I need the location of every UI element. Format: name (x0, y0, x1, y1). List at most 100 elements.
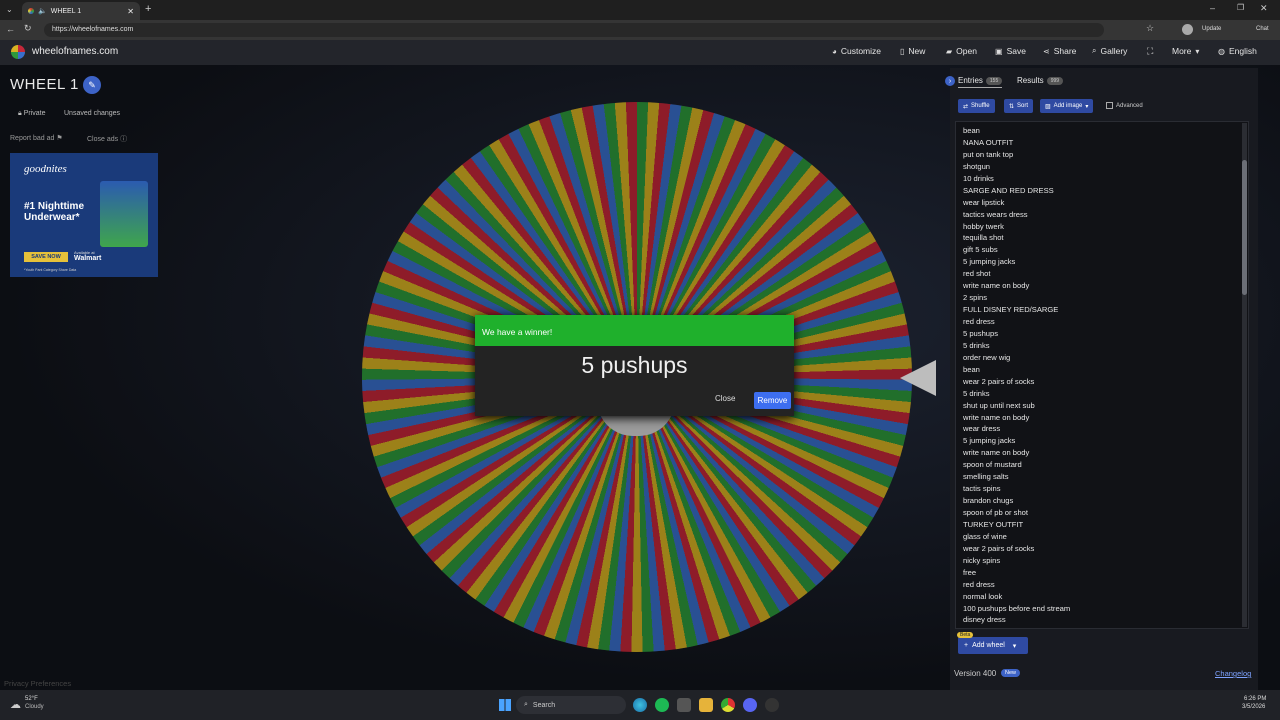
save-button[interactable]: ▣ Save (995, 46, 1026, 56)
ad-banner[interactable]: goodnites #1 Nighttime Underwear* SAVE N… (10, 153, 158, 277)
add-wheel-button[interactable]: + Add wheel ▾ (958, 637, 1028, 654)
profile-avatar[interactable] (1182, 24, 1193, 35)
shuffle-icon: ⇄ (963, 103, 969, 110)
ad-footnote: *Youth Pant Category Share Data (24, 268, 77, 272)
speaker-icon: 🔈 (38, 8, 47, 15)
obs-icon[interactable] (765, 698, 779, 712)
lock-icon: 🔒︎ (18, 110, 22, 117)
close-button[interactable]: Close (715, 394, 735, 403)
private-toggle[interactable]: 🔒︎ Private (18, 110, 45, 118)
url-field[interactable]: https://wheelofnames.com (44, 23, 1104, 37)
browser-tab[interactable]: 🔈 WHEEL 1 ✕ (22, 2, 140, 20)
chat-button[interactable]: Chat (1256, 26, 1269, 32)
share-button[interactable]: ⋖ Share (1043, 46, 1076, 56)
entry-item: SARGE AND RED DRESS (963, 185, 1054, 195)
add-image-button[interactable]: ▨ Add image ▾ (1040, 99, 1094, 113)
language-menu[interactable]: ◍ English (1218, 46, 1257, 56)
entry-item: wear dress (963, 424, 1001, 434)
globe-icon: ◍ (1218, 46, 1225, 56)
chrome-icon[interactable] (721, 698, 735, 712)
share-icon: ⋖ (1043, 46, 1050, 56)
more-menu[interactable]: More ▾ (1172, 46, 1199, 56)
entry-item: bean (963, 364, 980, 374)
bookmark-star-icon[interactable]: ☆ (1146, 23, 1154, 34)
entries-textarea[interactable]: bean NANA OUTFIT put on tank top shotgun 10 … (955, 121, 1249, 629)
edit-title-button[interactable]: ✎ (83, 76, 101, 94)
entry-item: FULL DISNEY RED/SARGE (963, 305, 1059, 315)
discord-icon[interactable] (743, 698, 757, 712)
entry-item: gift 5 subs (963, 245, 998, 255)
window-close-icon[interactable]: ✕ (1260, 3, 1268, 14)
edge-icon[interactable] (633, 698, 647, 712)
tab-close-icon[interactable]: ✕ (127, 7, 134, 16)
date: 3/5/2026 (1242, 704, 1266, 710)
remove-button[interactable]: Remove (754, 392, 791, 409)
ad-product-image (100, 181, 148, 247)
new-button[interactable]: ▯ New (900, 46, 925, 56)
entry-item: spoon of mustard (963, 460, 1022, 470)
tab-title: WHEEL 1 (50, 7, 82, 15)
entries-scrollbar-thumb[interactable] (1242, 160, 1247, 295)
fullscreen-icon[interactable]: ⛶ (1147, 46, 1153, 57)
changelog-link[interactable]: Changelog (1215, 669, 1251, 678)
customize-button[interactable]: ◕ Customize (832, 46, 881, 56)
palette-icon: ◕ (832, 46, 837, 56)
spotify-icon[interactable] (655, 698, 669, 712)
weather-icon[interactable]: ☁ (10, 698, 21, 711)
entry-item: TURKEY OUTFIT (963, 519, 1024, 529)
tab-results[interactable]: Results 999 (1017, 76, 1064, 85)
entry-item: free (963, 567, 977, 577)
time: 6:26 PM (1244, 696, 1267, 702)
entry-item: disney dress (963, 615, 1006, 625)
reload-icon[interactable]: ↻ (24, 23, 32, 34)
entry-item: 100 pushups before end stream (963, 603, 1071, 613)
entry-item: NANA OUTFIT (963, 137, 1014, 147)
site-name[interactable]: wheelofnames.com (32, 46, 118, 57)
search-icon: ⌕ (1092, 46, 1097, 55)
entry-item: tactis spins (963, 484, 1001, 494)
collapse-panel-icon[interactable]: › (945, 76, 955, 86)
favicon-icon (28, 8, 34, 14)
close-ads-link[interactable]: Close ads ⓘ (87, 134, 127, 144)
start-icon[interactable] (499, 699, 511, 711)
tab-entries[interactable]: Entries 155 (958, 76, 1003, 88)
app-icon[interactable] (677, 698, 691, 712)
caret-down-icon: ▾ (1012, 642, 1017, 650)
search-icon: ⌕ (524, 701, 528, 708)
entry-item: shut up until next sub (963, 400, 1035, 410)
entry-item: shotgun (963, 161, 991, 171)
winner-text: 5 pushups (581, 352, 688, 378)
entry-item: nicky spins (963, 555, 1001, 565)
entry-item: red dress (963, 579, 995, 589)
new-tab-button[interactable]: + (145, 3, 151, 15)
ad-retailer: Walmart (74, 255, 102, 262)
gallery-button[interactable]: ⌕ Gallery (1092, 46, 1127, 56)
entry-item: red shot (963, 269, 991, 279)
weather-desc: Cloudy (25, 704, 44, 710)
shuffle-button[interactable]: ⇄ Shuffle (958, 99, 995, 113)
file-explorer-icon[interactable] (699, 698, 713, 712)
sort-button[interactable]: ⇅ Sort (1004, 99, 1034, 113)
update-button[interactable]: Update (1202, 26, 1221, 32)
open-button[interactable]: ▰ Open (946, 46, 977, 56)
entry-item: write name on body (963, 448, 1030, 458)
entry-item: write name on body (963, 281, 1030, 291)
results-count-badge: 999 (1046, 76, 1064, 85)
minimize-icon[interactable]: – (1210, 3, 1215, 13)
advanced-checkbox[interactable]: Advanced (1106, 102, 1143, 109)
tab-list-chevron-icon[interactable]: ⌄ (6, 5, 13, 14)
report-ad-link[interactable]: Report bad ad ⚑ (10, 134, 63, 142)
entry-item: 5 pushups (963, 328, 999, 338)
entry-item: 10 drinks (963, 173, 994, 183)
ad-cta-button[interactable]: SAVE NOW (24, 252, 68, 262)
entry-item: smelling salts (963, 472, 1009, 482)
entry-item: write name on body (963, 412, 1030, 422)
entry-item: wear lipstick (963, 197, 1005, 207)
maximize-icon[interactable]: ❐ (1237, 3, 1244, 12)
document-icon: ▯ (900, 46, 905, 56)
site-logo-icon[interactable] (11, 45, 25, 59)
privacy-preferences-link[interactable]: Privacy Preferences (4, 679, 71, 688)
back-icon[interactable]: ← (6, 24, 15, 34)
taskbar-search[interactable]: ⌕ Search (516, 696, 626, 714)
entry-item: put on tank top (963, 149, 1014, 159)
